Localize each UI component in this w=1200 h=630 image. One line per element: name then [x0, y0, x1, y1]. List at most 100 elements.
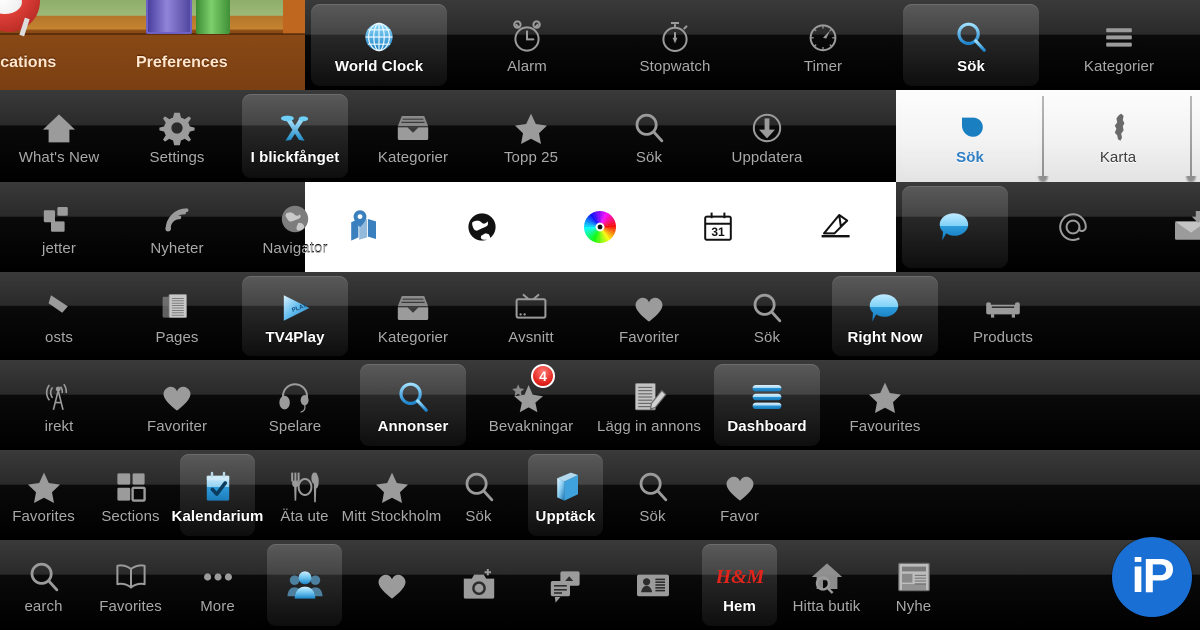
- tab-stopwatch[interactable]: Stopwatch: [601, 0, 749, 90]
- tab-people-blue[interactable]: [261, 540, 348, 630]
- tab-favoriter[interactable]: Favoriter: [590, 272, 708, 360]
- calendar-check-icon: [195, 467, 241, 507]
- tab-heart[interactable]: [348, 540, 435, 630]
- tab-s-k[interactable]: Sök: [609, 450, 696, 540]
- search-icon: [948, 17, 994, 57]
- star-icon: [21, 467, 67, 507]
- tab-favorites[interactable]: Favorites: [0, 450, 87, 540]
- tab-globe-black[interactable]: [423, 182, 541, 272]
- tab-label: Favourites: [849, 417, 921, 435]
- tab-irekt[interactable]: irekt: [0, 360, 118, 450]
- tab-right-now[interactable]: Right Now: [826, 272, 944, 360]
- tab-camera-plus[interactable]: [435, 540, 522, 630]
- book-blue-icon: [543, 467, 589, 507]
- tab-jetter[interactable]: jetter: [0, 182, 118, 272]
- tab-mitt-stockholm[interactable]: Mitt Stockholm: [342, 450, 441, 540]
- tab-s-k[interactable]: Sök: [897, 0, 1045, 90]
- tab-favor[interactable]: Favor: [696, 450, 783, 540]
- preferences-label[interactable]: Preferences: [136, 54, 228, 72]
- tab-speech-bubble-blue[interactable]: [896, 182, 1014, 272]
- tab-hitta-butik[interactable]: Hitta butik: [783, 540, 870, 630]
- tab-dashboard[interactable]: Dashboard: [708, 360, 826, 450]
- tab-map-pin[interactable]: [305, 182, 423, 272]
- tab-kategorier[interactable]: Kategorier: [354, 90, 472, 182]
- tab-partial[interactable]: [1192, 90, 1200, 182]
- contact-card-icon: [630, 565, 676, 605]
- svg-text:H&M: H&M: [717, 566, 763, 588]
- tab-bevakningar[interactable]: 4 Bevakningar: [472, 360, 590, 450]
- tab-avsnitt[interactable]: Avsnitt: [472, 272, 590, 360]
- tab-more[interactable]: More: [174, 540, 261, 630]
- tab-settings[interactable]: Settings: [118, 90, 236, 182]
- tab-label: Favor: [720, 507, 759, 525]
- tab-calendar-31[interactable]: 31: [659, 182, 777, 272]
- tab-tv4play[interactable]: PLAY TV4Play: [236, 272, 354, 360]
- light-toolbar: Sök Karta: [896, 90, 1200, 182]
- tab-nyhe[interactable]: Nyhe: [870, 540, 957, 630]
- tab-favourites[interactable]: Favourites: [826, 360, 944, 450]
- tab-label: Pages: [155, 328, 199, 346]
- tab-label: Sök: [956, 148, 984, 166]
- tab-timer[interactable]: Timer: [749, 0, 897, 90]
- tab-what-s-new[interactable]: What's New: [0, 90, 118, 182]
- tab-products[interactable]: Products: [944, 272, 1062, 360]
- tab-favorites[interactable]: Favorites: [87, 540, 174, 630]
- tab-chat-photo[interactable]: [522, 540, 609, 630]
- tab-kategorier[interactable]: Kategorier: [1045, 0, 1193, 90]
- tab-paper-boat[interactable]: [777, 182, 895, 272]
- tab-at-sign[interactable]: [1014, 182, 1132, 272]
- tab-label: More: [200, 597, 235, 615]
- tab-label: Sök: [639, 507, 666, 525]
- tab-uppdatera[interactable]: Uppdatera: [708, 90, 826, 182]
- tab-nyheter[interactable]: Nyheter: [118, 182, 236, 272]
- headphones-icon: [272, 377, 318, 417]
- tab-label: jetter: [42, 239, 76, 257]
- tab-label: Hitta butik: [792, 597, 861, 615]
- tab-label: I blickfånget: [250, 148, 340, 166]
- tab-color-wheel[interactable]: [541, 182, 659, 272]
- tab-ta-ute[interactable]: Äta ute: [261, 450, 348, 540]
- tab-envelope-download[interactable]: [1132, 182, 1200, 272]
- tab-s-k[interactable]: Sök: [435, 450, 522, 540]
- tab-s-k[interactable]: Sök: [590, 90, 708, 182]
- tab-label: Nyheter: [150, 239, 204, 257]
- tab-favoriter[interactable]: Favoriter: [118, 360, 236, 450]
- clock-app-tabbar: World Clock Alarm Stopwatch Timer Sök Ka…: [305, 0, 1200, 90]
- tab-label: Upptäck: [535, 507, 596, 525]
- tab-earch[interactable]: earch: [0, 540, 87, 630]
- tab-sections[interactable]: Sections: [87, 450, 174, 540]
- newspaper-icon: [891, 557, 937, 597]
- tab-spelare[interactable]: Spelare: [236, 360, 354, 450]
- search-icon: [626, 108, 672, 148]
- tab-label: Right Now: [847, 328, 923, 346]
- tab-annonser[interactable]: Annonser: [354, 360, 472, 450]
- tab-pages[interactable]: Pages: [118, 272, 236, 360]
- tab-label: Karta: [1099, 148, 1137, 166]
- tab-karta[interactable]: Karta: [1044, 90, 1197, 182]
- heart-icon: [717, 467, 763, 507]
- tab-kalendarium[interactable]: Kalendarium: [171, 450, 264, 540]
- heart-icon: [369, 565, 415, 605]
- speech-bubble-blue-icon: [932, 207, 978, 247]
- tab-label: Products: [973, 328, 1033, 346]
- notifications-label[interactable]: ifications: [0, 54, 56, 72]
- tab-hem[interactable]: H&M Hem: [696, 540, 783, 630]
- tab-alarm[interactable]: Alarm: [453, 0, 601, 90]
- ellipsis-icon: [195, 557, 241, 597]
- tab-kategorier[interactable]: Kategorier: [354, 272, 472, 360]
- tab-s-k[interactable]: Sök: [896, 90, 1049, 182]
- tab-uppt-ck[interactable]: Upptäck: [522, 450, 609, 540]
- pushpin-icon: [36, 288, 82, 328]
- tab-world-clock[interactable]: World Clock: [305, 0, 453, 90]
- tab-osts[interactable]: osts: [0, 272, 118, 360]
- tab-topp-25[interactable]: Topp 25: [472, 90, 590, 182]
- tab-s-k[interactable]: Sök: [708, 272, 826, 360]
- tab-label: Timer: [803, 57, 843, 75]
- tab-l-gg-in-annons[interactable]: Lägg in annons: [590, 360, 708, 450]
- tab-i-blickf-nget[interactable]: I blickfånget: [236, 90, 354, 182]
- tab-label: Kalendarium: [171, 507, 264, 525]
- star-icon: [508, 108, 554, 148]
- tab-label: World Clock: [334, 57, 424, 75]
- tab-contact-card[interactable]: [609, 540, 696, 630]
- tv-icon: [508, 288, 554, 328]
